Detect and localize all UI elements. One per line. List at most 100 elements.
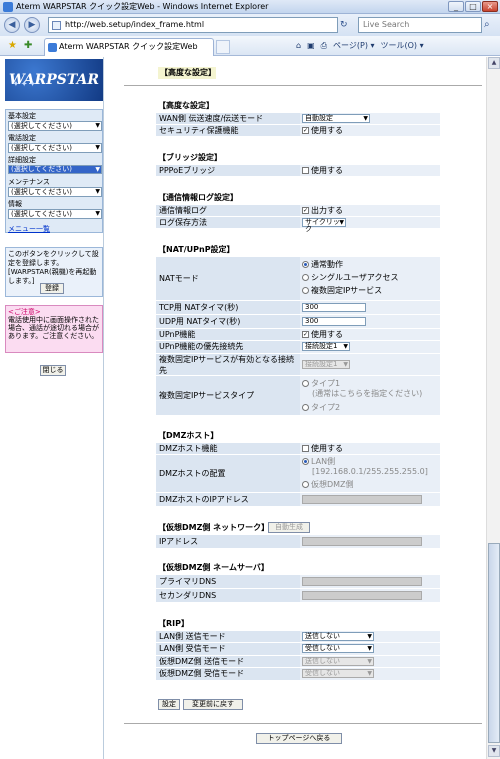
print-icon[interactable]: ⎙ [321,40,327,52]
nav-menu: 基本設定 (選択してください) ▼ 電話設定 (選択してください) ▼ 詳細設定 (… [5,109,103,233]
feeds-icon[interactable]: ▣ [307,40,315,52]
nav-select-phone[interactable]: (選択してください) ▼ [8,143,102,153]
nat-mode-single-radio[interactable] [302,274,309,281]
nav-select-maintenance[interactable]: (選択してください) ▼ [8,187,102,197]
wan-mode-select[interactable]: 自動設定 ▼ [302,114,370,123]
row-dmz-func: DMZホスト機能 使用する [156,443,440,455]
nav-group-basic: 基本設定 [8,112,36,120]
nat-mode-normal-radio[interactable] [302,261,309,268]
chevron-down-icon: ▼ [95,144,100,151]
chevron-down-icon: ▼ [343,343,348,350]
nav-group-advanced: 詳細設定 [8,156,36,164]
log-checkbox[interactable]: ✓ [302,207,309,214]
back-button[interactable]: ◀ [4,17,20,33]
rip-lan-recv-select[interactable]: 受信しない ▼ [302,644,374,653]
minimize-button[interactable]: _ [448,1,464,12]
chevron-down-icon: ▼ [367,670,372,677]
udp-timer-input[interactable]: 300 [302,317,366,326]
tab-icon [48,43,57,52]
row-dmz-placement: DMZホストの配置 LAN側 [192.168.0.1/255.255.255.… [156,455,440,493]
favorites-star-icon[interactable]: ★ [8,40,17,52]
chevron-down-icon: ▼ [367,633,372,640]
row-multi-ip-connection: 複数固定IPサービスが有効となる接続先 接続設定1 ▼ [156,354,440,376]
menu-list-link[interactable]: メニュー一覧 [8,224,50,234]
chevron-down-icon: ▼ [339,219,344,226]
type1-radio [302,380,309,387]
ie-icon [3,2,13,12]
section-vdmz-title: 【仮想DMZ側 ネットワーク】 [158,523,270,532]
register-button[interactable]: 登録 [40,283,64,294]
nav-group-maintenance: メンテナンス [8,178,50,186]
security-checkbox[interactable]: ✓ [302,127,309,134]
search-input[interactable]: Live Search [358,17,482,33]
home-icon[interactable]: ⌂ [296,40,301,52]
sidebar-frame: ✦ ✦ ✦ WARPSTAR 基本設定 (選択してください) ▼ 電話設定 (選択… [0,57,104,759]
row-upnp: UPnP機能 ✓ 使用する [156,329,440,341]
maximize-button[interactable]: □ [465,1,481,12]
address-toolbar: ◀ ▶ http://web.setup/index_frame.html ↻ … [0,14,500,36]
tools-menu[interactable]: ツール(O) ▾ [381,40,424,52]
tab-label: Aterm WARPSTAR クイック設定Web [59,42,198,51]
section-dmz-title: 【DMZホスト】 [158,431,219,440]
section-rip-title: 【RIP】 [158,619,189,628]
caution-title: <ご注意> [8,308,41,316]
nav-select-advanced[interactable]: (選択してください) ▼ [8,165,102,174]
scroll-up-icon[interactable]: ▲ [488,57,500,69]
auto-generate-button: 自動生成 [268,522,310,533]
dmz-vdmz-radio [302,481,309,488]
scroll-down-icon[interactable]: ▼ [488,745,500,757]
main-frame: 【高度な設定】 【高度な設定】 WAN側 伝送速度/伝送モード 自動設定 ▼ セキ… [120,57,486,759]
secondary-dns-input [302,591,422,600]
row-udp-timer: UDP用 NATタイマ(秒) 300 [156,315,440,329]
new-tab-button[interactable] [216,40,230,54]
dmz-checkbox[interactable] [302,445,309,452]
upnp-priority-select[interactable]: 接続設定1 ▼ [302,342,350,351]
chevron-down-icon: ▼ [363,115,368,122]
chevron-down-icon: ▼ [95,188,100,195]
browser-tab[interactable]: Aterm WARPSTAR クイック設定Web [44,38,214,56]
row-primary-dns: プライマリDNS [156,575,440,589]
forward-button[interactable]: ▶ [24,17,40,33]
caution-text: 電話使用中に画面操作された場合、通話が途切れる場合があります。ご注意ください。 [8,316,99,340]
row-log-output: 通信情報ログ ✓ 出力する [156,205,440,217]
add-favorites-icon[interactable]: ✚ [24,40,32,52]
address-field[interactable]: http://web.setup/index_frame.html [48,17,338,33]
section-nat-title: 【NAT/UPnP設定】 [158,245,235,254]
nat-mode-multi-radio[interactable] [302,287,309,294]
dmz-lan-radio [302,458,309,465]
set-button[interactable]: 設定 [158,699,180,710]
chevron-down-icon: ▼ [95,166,100,173]
nav-group-info: 情報 [8,200,22,208]
row-vdmz-ip: IPアドレス [156,535,440,549]
tcp-timer-input[interactable]: 300 [302,303,366,312]
upnp-checkbox[interactable]: ✓ [302,331,309,338]
chevron-down-icon: ▼ [95,122,100,129]
row-rip-lan-send: LAN側 送信モード 送信しない ▼ [156,631,440,643]
page-viewport: ✦ ✦ ✦ WARPSTAR 基本設定 (選択してください) ▼ 電話設定 (選択… [0,57,500,759]
refresh-icon[interactable]: ↻ [340,17,348,33]
address-text: http://web.setup/index_frame.html [65,20,205,29]
favorites-toolbar: ★ ✚ Aterm WARPSTAR クイック設定Web ⌂ ▣ ⎙ ページ(P… [0,36,500,56]
top-page-button[interactable]: トップページへ戻る [256,733,342,744]
log-method-select[interactable]: サイクリック ▼ [302,218,346,233]
chevron-down-icon: ▼ [367,658,372,665]
row-secondary-dns: セカンダリDNS [156,589,440,603]
window-titlebar: Aterm WARPSTAR クイック設定Web - Windows Inter… [0,0,500,14]
search-placeholder: Live Search [363,20,410,29]
vertical-scrollbar[interactable]: ▲ ▼ [486,57,500,759]
page-menu[interactable]: ページ(P) ▾ [333,40,374,52]
pppoe-checkbox[interactable] [302,167,309,174]
nav-select-info[interactable]: (選択してください) ▼ [8,209,102,219]
row-rip-vdmz-recv: 仮想DMZ側 受信モード 受信しない ▼ [156,668,440,681]
nav-select-basic[interactable]: (選択してください) ▼ [8,121,102,131]
close-button[interactable]: × [482,1,498,12]
register-notice-text: このボタンをクリックして設定を登録します。[WARPSTAR(親機)を再起動しま… [8,250,99,285]
rip-lan-send-select[interactable]: 送信しない ▼ [302,632,374,641]
row-pppoe: PPPoEブリッジ 使用する [156,165,440,177]
scroll-thumb[interactable] [488,543,500,743]
type2-radio [302,404,309,411]
primary-dns-input [302,577,422,586]
search-icon[interactable]: ⌕ [484,18,497,32]
revert-button[interactable]: 変更前に戻す [183,699,243,710]
close-window-button[interactable]: 閉じる [40,365,66,376]
